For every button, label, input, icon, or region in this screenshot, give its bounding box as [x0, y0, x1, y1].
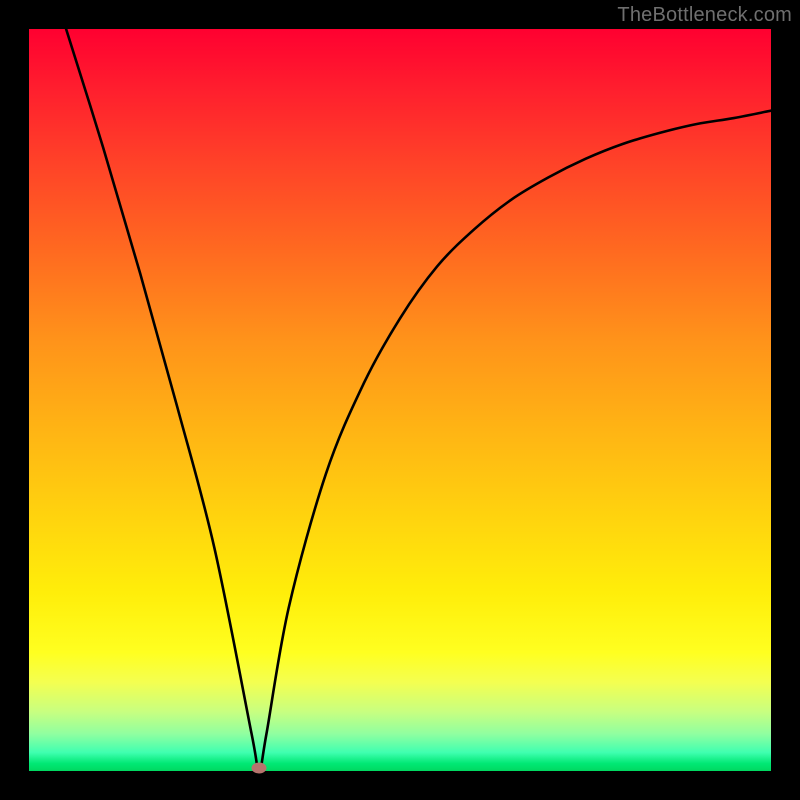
plot-area — [29, 29, 771, 771]
chart-frame: TheBottleneck.com — [0, 0, 800, 800]
watermark-text: TheBottleneck.com — [617, 4, 792, 27]
minimum-marker — [252, 763, 267, 774]
bottleneck-curve — [29, 29, 771, 771]
